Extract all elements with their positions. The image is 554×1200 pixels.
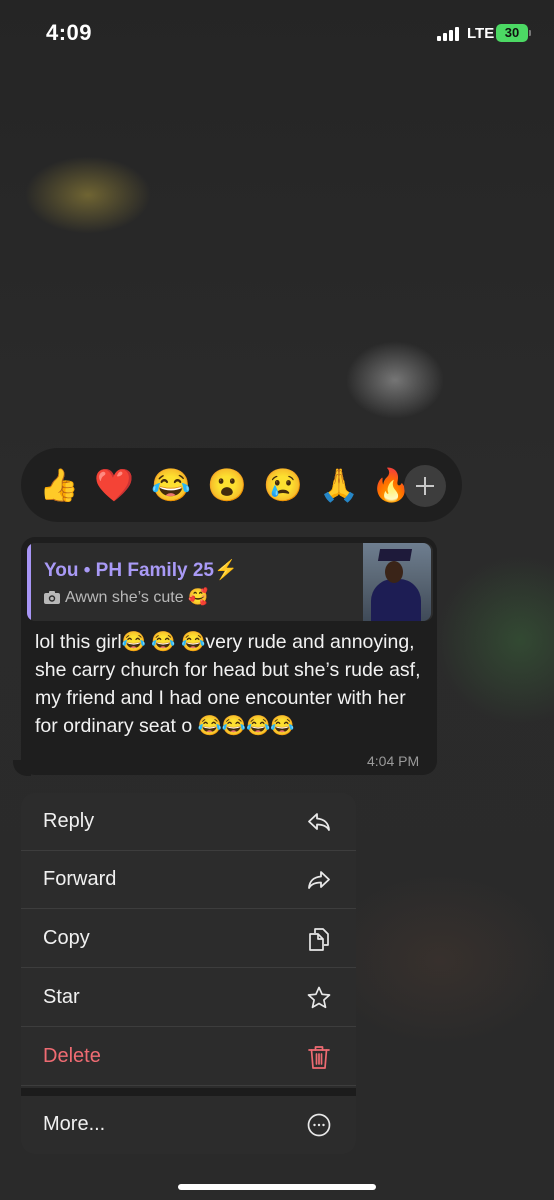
reaction-folded-hands[interactable]: 🙏 [319, 465, 359, 505]
trash-icon [308, 1046, 330, 1069]
menu-item-delete[interactable]: Delete [21, 1028, 356, 1086]
reaction-surprised[interactable]: 😮 [207, 465, 247, 505]
menu-label-reply: Reply [43, 810, 95, 832]
menu-item-star[interactable]: Star [21, 969, 356, 1027]
context-menu: Reply Forward Copy Star Delete More... [21, 793, 356, 1154]
quote-text-row: Awwn she’s cute 🥰 [44, 587, 208, 607]
menu-label-more: More... [43, 1113, 106, 1135]
message-timestamp: 4:04 PM [367, 753, 420, 769]
battery-cap [529, 30, 531, 36]
signal-icon [437, 27, 461, 41]
reaction-red-heart[interactable]: ❤️ [94, 465, 134, 505]
status-time: 4:09 [46, 20, 93, 45]
reaction-crying[interactable]: 😢 [263, 465, 303, 505]
forward-icon [308, 871, 330, 889]
add-reaction-plus-icon[interactable] [404, 465, 446, 507]
menu-item-more[interactable]: More... [21, 1096, 356, 1154]
menu-label-delete: Delete [43, 1045, 101, 1067]
network-label: LTE [467, 25, 495, 42]
reply-icon [308, 813, 330, 831]
menu-label-copy: Copy [43, 927, 90, 949]
quote-accent-bar [27, 543, 31, 621]
quote-author: You • PH Family 25⚡ [44, 560, 238, 581]
home-indicator[interactable] [178, 1184, 376, 1190]
copy-icon [309, 928, 329, 951]
menu-item-copy[interactable]: Copy [21, 910, 356, 968]
camera-icon [44, 591, 60, 604]
quoted-message[interactable]: You • PH Family 25⚡ Awwn she’s cute 🥰 [27, 543, 433, 621]
menu-item-reply[interactable]: Reply [21, 793, 356, 851]
status-bar: 4:09 LTE 30 [0, 0, 554, 66]
battery-icon: 30 [496, 24, 528, 42]
more-icon [307, 1113, 331, 1137]
reaction-thumbs-up[interactable]: 👍 [39, 465, 79, 505]
quote-text: Awwn she’s cute 🥰 [65, 589, 208, 606]
message-text: lol this girl😂 😂 😂very rude and annoying… [35, 631, 421, 737]
star-icon [307, 986, 331, 1009]
menu-label-forward: Forward [43, 868, 117, 890]
reaction-tears-of-joy[interactable]: 😂 [151, 465, 191, 505]
quote-photo-thumbnail [363, 543, 431, 621]
menu-label-star: Star [43, 986, 80, 1008]
menu-item-forward[interactable]: Forward [21, 851, 356, 909]
menu-separator [21, 1088, 356, 1096]
reaction-bar: 👍 ❤️ 😂 😮 😢 🙏 🔥 [21, 448, 462, 522]
